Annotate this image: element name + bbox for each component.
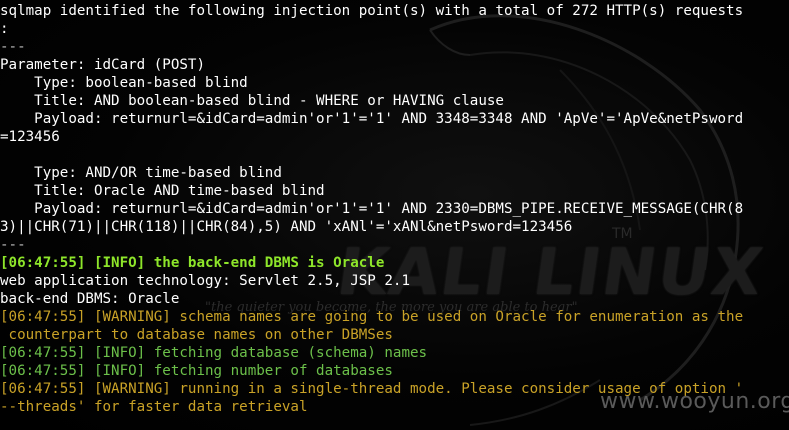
terminal-line: Title: Oracle AND time-based blind: [0, 183, 325, 199]
terminal-output: sqlmap identified the following injectio…: [0, 2, 743, 416]
terminal-line: [06:47:55] [WARNING] schema names are go…: [0, 309, 744, 325]
watermark-text: www.wooyun.org: [600, 389, 789, 414]
terminal-line: [06:47:55] [INFO] fetching number of dat…: [0, 363, 393, 379]
terminal-line: Type: AND/OR time-based blind: [0, 165, 282, 181]
terminal-line: [06:47:55] [INFO] fetching database (sch…: [0, 345, 428, 361]
terminal-line: Payload: returnurl=&idCard=admin'or'1'='…: [0, 201, 744, 217]
terminal-window[interactable]: KALI LINUX TM "the quieter you become, t…: [0, 0, 789, 430]
terminal-line: sqlmap identified the following injectio…: [0, 3, 744, 19]
terminal-line: web application technology: Servlet 2.5,…: [0, 273, 410, 289]
terminal-line: :: [0, 21, 9, 37]
terminal-line: Type: boolean-based blind: [0, 75, 248, 91]
terminal-line: Title: AND boolean-based blind - WHERE o…: [0, 93, 504, 109]
terminal-line: Parameter: idCard (POST): [0, 57, 205, 73]
terminal-line: =123456: [0, 129, 60, 145]
terminal-line: [06:47:55] [INFO] the back-end DBMS is O…: [0, 255, 385, 271]
terminal-line: ---: [0, 237, 26, 253]
terminal-line: back-end DBMS: Oracle: [0, 291, 180, 307]
terminal-line: 3)||CHR(71)||CHR(118)||CHR(84),5) AND 'x…: [0, 219, 573, 235]
terminal-line: Payload: returnurl=&idCard=admin'or'1'='…: [0, 111, 744, 127]
terminal-line: counterpart to database names on other D…: [0, 327, 393, 343]
terminal-line: ---: [0, 39, 26, 55]
